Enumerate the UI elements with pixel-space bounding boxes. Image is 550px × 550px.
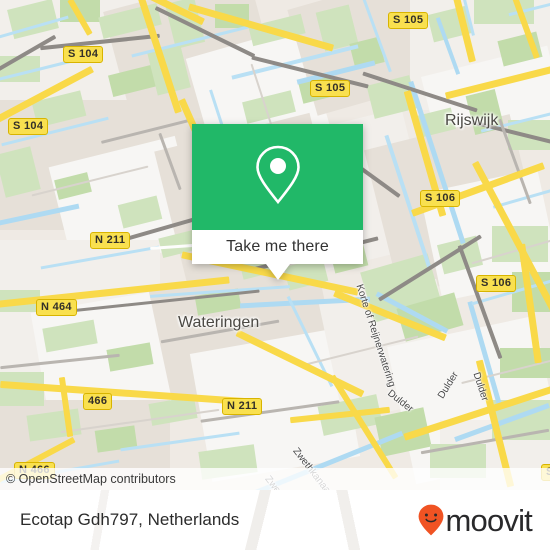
moovit-pin-icon: [418, 504, 444, 536]
bottom-info-bar: Ecotap Gdh797, Netherlands moovit: [0, 490, 550, 550]
location-callout-card[interactable]: Take me there: [192, 124, 363, 280]
road-shield-s106-lower: S 106: [476, 275, 517, 292]
moovit-logo[interactable]: moovit: [418, 502, 533, 538]
map-attribution: © OpenStreetMap contributors: [0, 468, 550, 490]
moovit-wordmark: moovit: [445, 502, 532, 538]
road-shield-s104-west: S 104: [8, 118, 49, 135]
road-shield-n211-west: N 211: [90, 232, 131, 249]
location-title: Ecotap Gdh797, Netherlands: [20, 510, 240, 529]
take-me-there-label[interactable]: Take me there: [192, 230, 363, 264]
road-shield-466: 466: [83, 393, 113, 410]
callout-pin-area: [192, 124, 363, 230]
callout-pointer: [265, 264, 290, 280]
road-shield-s105-north: S 105: [388, 12, 429, 29]
screenshot-root: Rijswijk Wateringen Korte of Reijnerwate…: [0, 0, 550, 550]
road-shield-n464: N 464: [36, 299, 77, 316]
map-pin-icon: [252, 143, 304, 212]
road-shield-s106-upper: S 106: [420, 190, 461, 207]
road-shield-n211-south: N 211: [222, 398, 263, 415]
road-shield-s104-north: S 104: [63, 46, 104, 63]
road-shield-s105-mid: S 105: [310, 80, 351, 97]
map-canvas[interactable]: Rijswijk Wateringen Korte of Reijnerwate…: [0, 0, 550, 490]
